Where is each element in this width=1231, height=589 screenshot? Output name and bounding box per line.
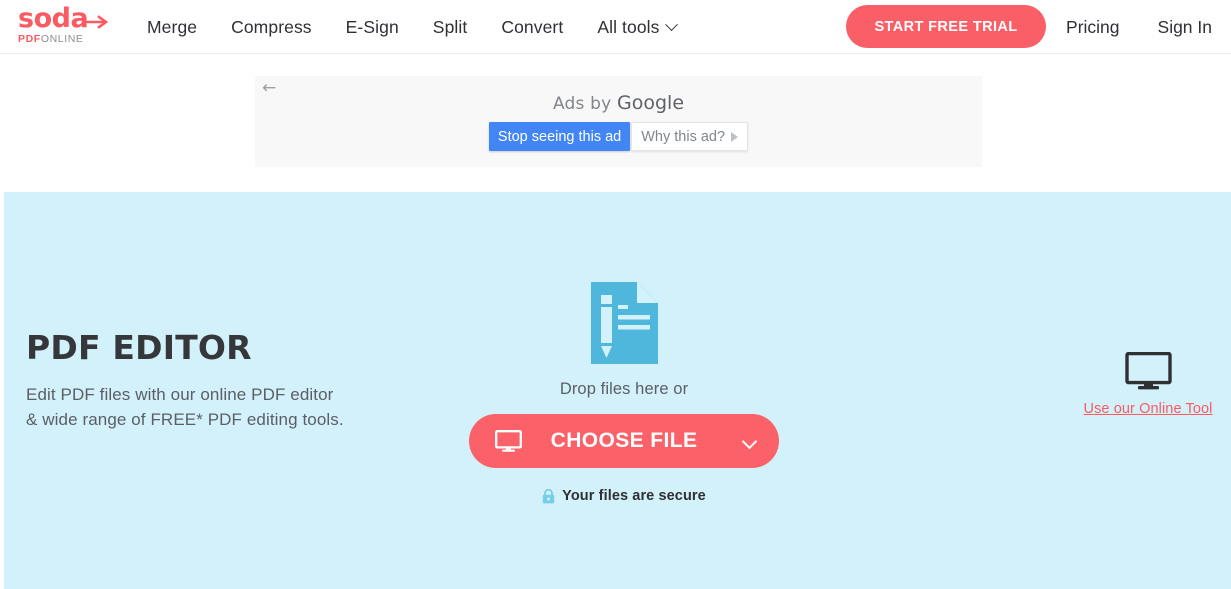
nav-item-all-tools[interactable]: All tools: [580, 17, 692, 38]
files-secure-notice: Your files are secure: [454, 488, 794, 504]
monitor-icon: [1125, 352, 1172, 390]
page-root: soda PDFONLINE Merge Compress E-Sign Spl…: [0, 0, 1231, 589]
hero-text-block: PDF EDITOR Edit PDF files with our onlin…: [26, 330, 446, 432]
nav-label: Merge: [147, 17, 197, 38]
google-brand-text: Google: [617, 92, 684, 114]
file-upload-block: Drop files here or CHOOSE FILE Your file…: [454, 282, 794, 504]
nav-item-compress[interactable]: Compress: [214, 17, 329, 38]
logo-subtitle-online: ONLINE: [41, 33, 84, 45]
sign-in-link[interactable]: Sign In: [1139, 17, 1231, 38]
play-triangle-icon: [731, 132, 738, 142]
nav-label: Convert: [501, 17, 563, 38]
monitor-icon: [495, 430, 522, 452]
nav-item-merge[interactable]: Merge: [130, 17, 214, 38]
files-secure-label: Your files are secure: [562, 488, 706, 504]
hero-subtitle-line-1: Edit PDF files with our online PDF edito…: [26, 382, 446, 407]
stop-seeing-this-ad-button[interactable]: Stop seeing this ad: [489, 122, 630, 151]
ads-by-google-label: Ads by Google: [255, 92, 982, 114]
ad-button-group: Stop seeing this ad Why this ad?: [255, 122, 982, 151]
pricing-link[interactable]: Pricing: [1047, 17, 1139, 38]
logo-subtitle: PDFONLINE: [18, 33, 118, 45]
why-this-ad-button[interactable]: Why this ad?: [631, 122, 748, 151]
choose-file-button[interactable]: CHOOSE FILE: [469, 414, 779, 468]
nav-label: All tools: [597, 17, 659, 38]
start-free-trial-button[interactable]: START FREE TRIAL: [846, 5, 1046, 48]
site-header: soda PDFONLINE Merge Compress E-Sign Spl…: [0, 0, 1231, 54]
why-this-ad-label: Why this ad?: [641, 129, 725, 145]
online-tool-block[interactable]: Use our Online Tool: [1068, 352, 1228, 418]
lock-icon: [542, 489, 555, 504]
nav-item-split[interactable]: Split: [416, 17, 485, 38]
chevron-down-icon: [665, 18, 678, 31]
main-navigation: Merge Compress E-Sign Split Convert All …: [130, 0, 693, 54]
page-title: PDF EDITOR: [26, 330, 446, 366]
google-ad-box: ← Ads by Google Stop seeing this ad Why …: [255, 76, 982, 167]
nav-label: E-Sign: [346, 17, 399, 38]
use-our-online-tool-link[interactable]: Use our Online Tool: [1084, 401, 1213, 417]
drop-files-text: Drop files here or: [454, 380, 794, 399]
header-right-links: Pricing Sign In: [1047, 0, 1231, 54]
logo-subtitle-pdf: PDF: [18, 33, 41, 45]
nav-label: Compress: [231, 17, 312, 38]
ads-by-text: Ads by: [553, 94, 617, 114]
logo-soda-pdf-online[interactable]: soda PDFONLINE: [18, 6, 118, 48]
nav-label: Split: [433, 17, 468, 38]
hero-section: PDF EDITOR Edit PDF files with our onlin…: [4, 192, 1231, 589]
document-pencil-icon: [591, 282, 658, 364]
nav-item-esign[interactable]: E-Sign: [329, 17, 416, 38]
hero-subtitle-line-2: & wide range of FREE* PDF editing tools.: [26, 407, 446, 432]
hero-subtitle: Edit PDF files with our online PDF edito…: [26, 382, 446, 432]
nav-item-convert[interactable]: Convert: [484, 17, 580, 38]
arrow-right-icon: [83, 15, 109, 29]
ad-region: ← Ads by Google Stop seeing this ad Why …: [0, 54, 1231, 192]
